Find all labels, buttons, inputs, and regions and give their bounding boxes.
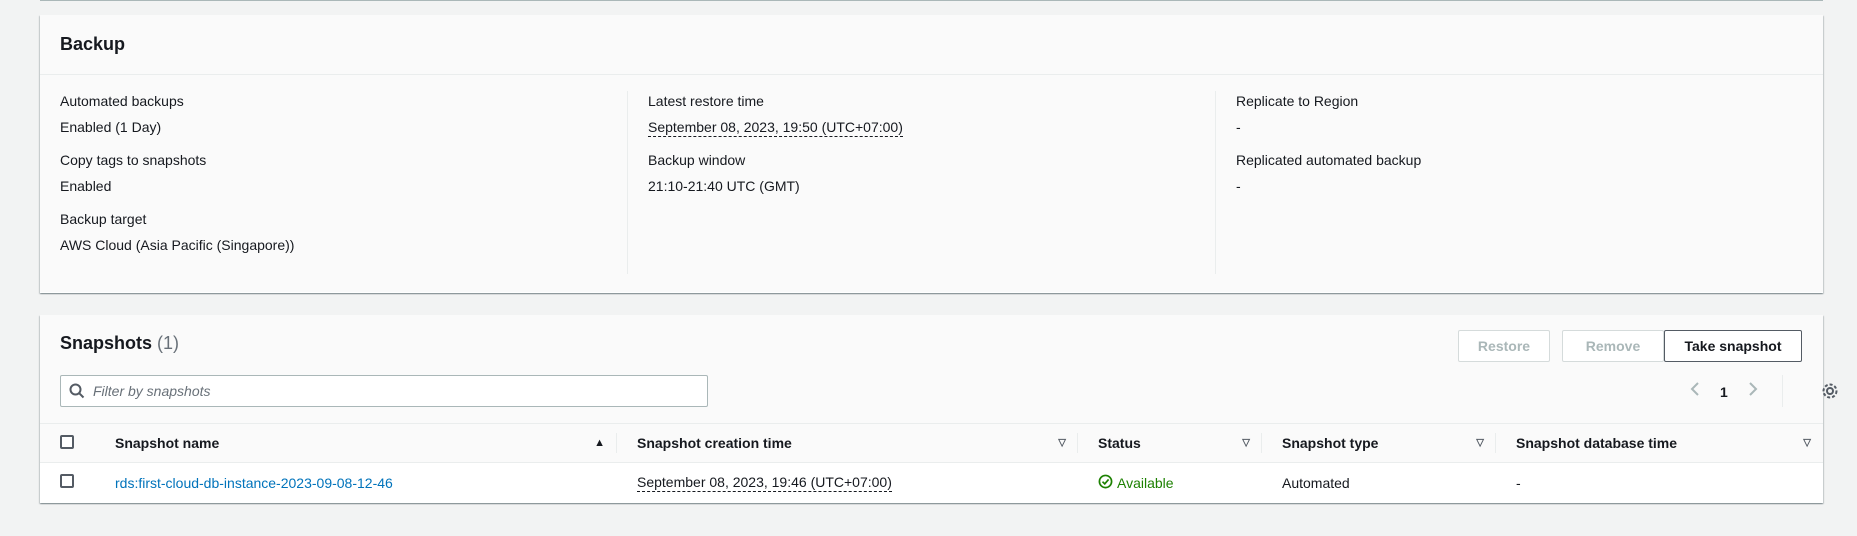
copy-tags: Copy tags to snapshots Enabled [60, 150, 607, 196]
latest-restore-time-wrap: September 08, 2023, 19:50 (UTC+07:00) [648, 117, 1195, 137]
backup-header: Backup [40, 15, 1823, 75]
creation-time-cell: September 08, 2023, 19:46 (UTC+07:00) [617, 463, 1078, 503]
sort-icon: ▽ [1476, 437, 1484, 449]
latest-restore-time-label: Latest restore time [648, 93, 764, 109]
copy-tags-label: Copy tags to snapshots [60, 152, 207, 168]
select-all-checkbox[interactable] [60, 434, 74, 449]
page-number[interactable]: 1 [1720, 384, 1728, 400]
replicated-backup: Replicated automated backup - [1236, 150, 1783, 196]
replicate-region: Replicate to Region - [1236, 91, 1783, 137]
snapshots-title: Snapshots (1) [60, 333, 179, 354]
snapshot-name-link[interactable]: rds:first-cloud-db-instance-2023-09-08-1… [115, 475, 393, 491]
backup-column-3: Replicate to Region - Replicated automat… [1215, 91, 1803, 274]
search-placeholder: Filter by snapshots [93, 383, 211, 399]
column-creation-time-label: Snapshot creation time [637, 435, 792, 451]
status-cell: Available [1078, 463, 1262, 503]
backup-panel: Backup Automated backups Enabled (1 Day)… [40, 15, 1823, 293]
db-time-cell: - [1516, 474, 1521, 491]
snapshots-table: Snapshot name ▲ Snapshot creation time ▽… [40, 423, 1823, 503]
pager-divider [1782, 375, 1783, 407]
column-db-time[interactable]: Snapshot database time ▽ [1496, 424, 1823, 463]
automated-backups-value: Enabled (1 Day) [60, 119, 162, 135]
backup-target-label: Backup target [60, 211, 147, 227]
backup-window-value: 21:10-21:40 UTC (GMT) [648, 178, 800, 194]
snapshot-type-cell: Automated [1282, 474, 1350, 491]
snapshots-count: (1) [157, 333, 180, 353]
table-row[interactable]: rds:first-cloud-db-instance-2023-09-08-1… [40, 463, 1823, 503]
table-header-row: Snapshot name ▲ Snapshot creation time ▽… [40, 423, 1823, 463]
snapshots-panel: Snapshots (1) Restore Remove Take snapsh… [40, 315, 1838, 503]
column-snapshot-type[interactable]: Snapshot type ▽ [1262, 424, 1496, 463]
backup-target-value: AWS Cloud (Asia Pacific (Singapore)) [60, 237, 295, 253]
column-snapshot-name[interactable]: Snapshot name ▲ [95, 424, 617, 463]
replicated-backup-value: - [1236, 178, 1241, 194]
backup-title: Backup [60, 34, 126, 54]
top-divider [40, 0, 1823, 1]
backup-details: Automated backups Enabled (1 Day) Copy t… [40, 75, 1823, 292]
backup-window: Backup window 21:10-21:40 UTC (GMT) [648, 150, 1195, 196]
automated-backups: Automated backups Enabled (1 Day) [60, 91, 607, 137]
snapshot-name-cell: rds:first-cloud-db-instance-2023-09-08-1… [95, 463, 617, 503]
pagination: 1 [1690, 381, 1758, 402]
column-status[interactable]: Status ▽ [1078, 424, 1262, 463]
creation-time-value[interactable]: September 08, 2023, 19:46 (UTC+07:00) [637, 474, 892, 492]
sort-icon: ▽ [1803, 437, 1811, 449]
status-text: Available [1117, 474, 1174, 491]
backup-column-1: Automated backups Enabled (1 Day) Copy t… [60, 91, 627, 274]
check-circle-icon [1098, 474, 1113, 492]
replicate-region-label: Replicate to Region [1236, 93, 1359, 109]
latest-restore-time-value[interactable]: September 08, 2023, 19:50 (UTC+07:00) [648, 119, 903, 137]
take-snapshot-button[interactable]: Take snapshot [1664, 330, 1802, 362]
sort-ascending-icon: ▲ [594, 437, 605, 449]
remove-button[interactable]: Remove [1562, 330, 1664, 362]
copy-tags-value: Enabled [60, 178, 112, 194]
column-db-time-label: Snapshot database time [1516, 435, 1678, 451]
backup-column-2: Latest restore time September 08, 2023, … [627, 91, 1215, 274]
sort-icon: ▽ [1058, 437, 1066, 449]
snapshots-title-text: Snapshots [60, 333, 153, 353]
column-creation-time[interactable]: Snapshot creation time ▽ [617, 424, 1078, 463]
search-icon [61, 383, 93, 399]
chevron-right-icon[interactable] [1748, 381, 1758, 402]
sort-icon: ▽ [1242, 437, 1250, 449]
automated-backups-label: Automated backups [60, 93, 184, 109]
chevron-left-icon[interactable] [1690, 381, 1700, 402]
backup-target: Backup target AWS Cloud (Asia Pacific (S… [60, 209, 607, 255]
backup-window-label: Backup window [648, 152, 746, 168]
row-select-cell [40, 463, 95, 503]
status-badge: Available [1098, 474, 1174, 492]
restore-button[interactable]: Restore [1458, 330, 1550, 362]
row-checkbox[interactable] [60, 474, 74, 489]
select-all-cell [40, 424, 95, 463]
column-snapshot-type-label: Snapshot type [1282, 435, 1379, 451]
replicate-region-value: - [1236, 119, 1241, 135]
gear-icon[interactable] [1818, 379, 1842, 403]
replicated-backup-label: Replicated automated backup [1236, 152, 1422, 168]
snapshots-header: Snapshots (1) Restore Remove Take snapsh… [40, 315, 1838, 423]
column-snapshot-name-label: Snapshot name [115, 435, 220, 451]
column-status-label: Status [1098, 435, 1141, 451]
search-input[interactable]: Filter by snapshots [60, 375, 708, 407]
latest-restore-time: Latest restore time September 08, 2023, … [648, 91, 1195, 137]
